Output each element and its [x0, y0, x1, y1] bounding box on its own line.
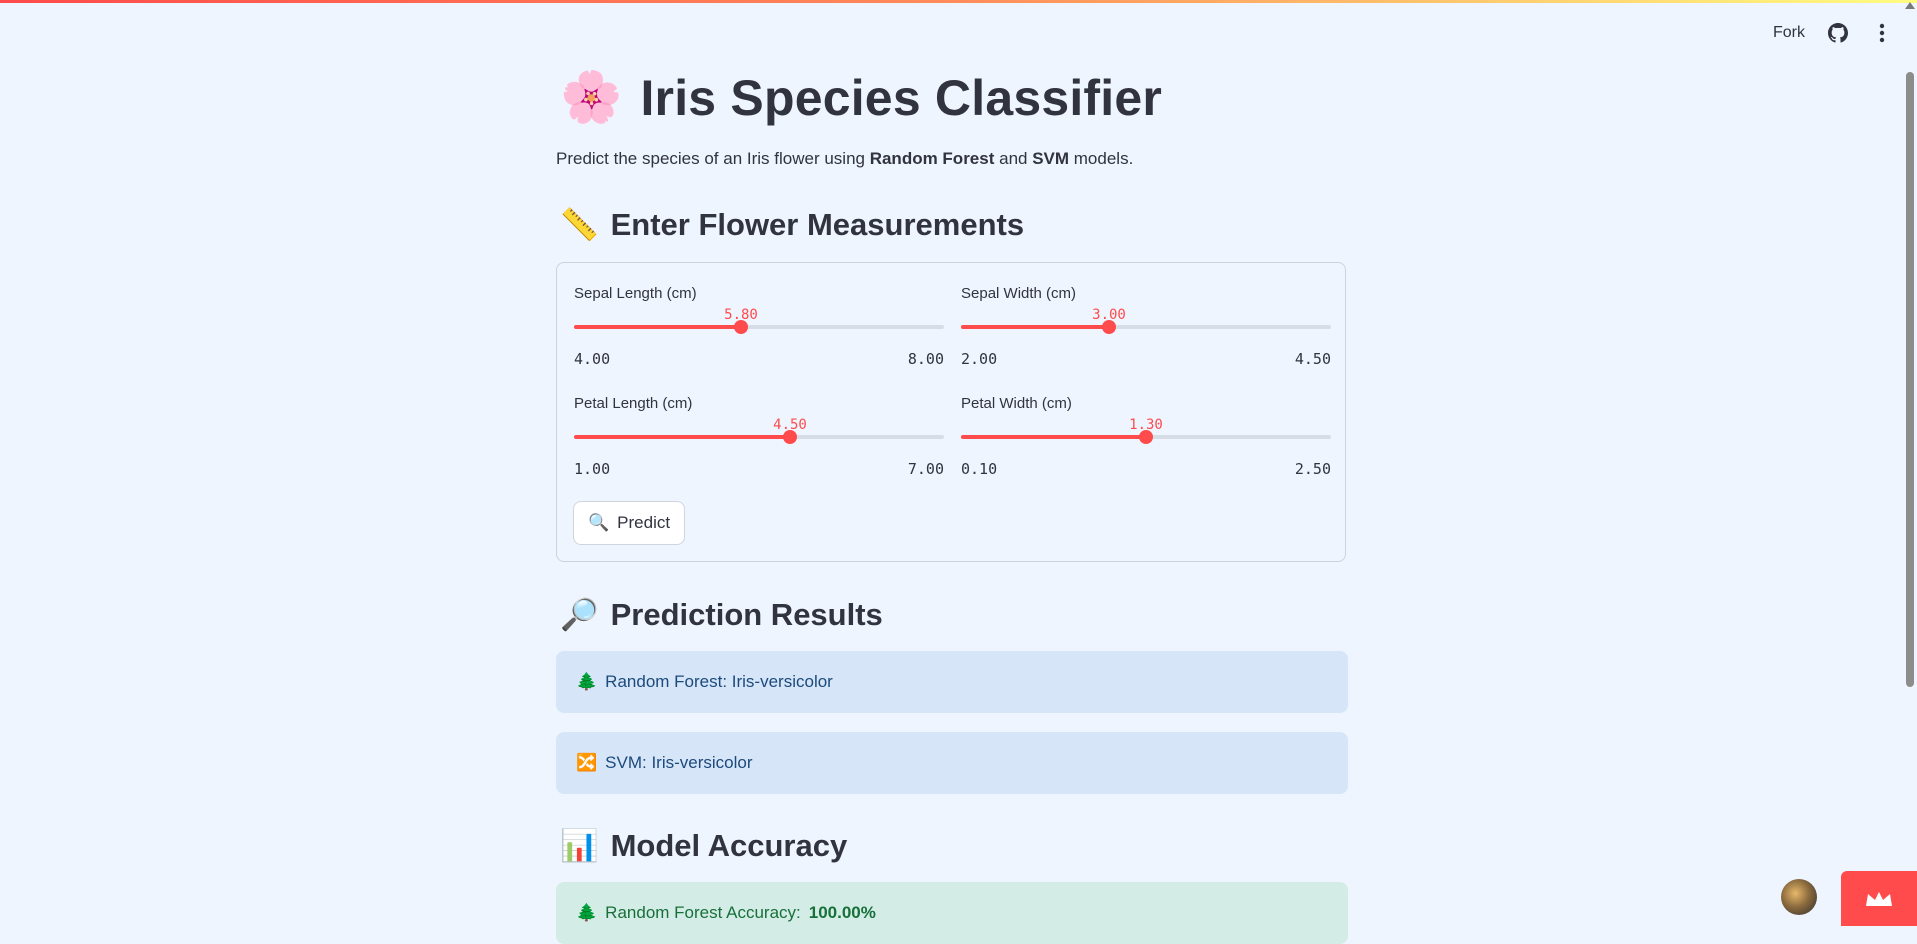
user-avatar[interactable] — [1781, 879, 1817, 915]
description-prefix: Predict the species of an Iris flower us… — [556, 149, 870, 168]
crown-icon — [1866, 891, 1892, 906]
measurement-form: Sepal Length (cm) 5.80 4.00 8.00 Sepal W… — [556, 262, 1346, 562]
slider-max: 7.00 — [907, 460, 944, 478]
cherry-blossom-icon: 🌸 — [560, 69, 623, 125]
slider-fill — [961, 435, 1146, 439]
slider-sepal-width[interactable]: Sepal Width (cm) 3.00 2.00 4.50 — [961, 285, 1331, 368]
page-title-text: Iris Species Classifier — [640, 69, 1163, 126]
slider-label: Sepal Length (cm) — [574, 285, 697, 302]
page-scrollbar[interactable] — [1903, 0, 1917, 926]
page-description: Predict the species of an Iris flower us… — [556, 149, 1133, 169]
tree-icon: 🌲 — [576, 903, 598, 922]
page-title: 🌸 Iris Species Classifier — [560, 68, 1162, 127]
description-rf: Random Forest — [869, 149, 995, 168]
magnifier-icon: 🔍 — [588, 513, 610, 532]
slider-petal-width[interactable]: Petal Width (cm) 1.30 0.10 2.50 — [961, 395, 1331, 478]
slider-petal-length[interactable]: Petal Length (cm) 4.50 1.00 7.00 — [574, 395, 944, 478]
section-heading-results: 🔎 Prediction Results — [560, 596, 883, 633]
slider-max: 4.50 — [1294, 350, 1331, 368]
accuracy-value: 100.00% — [808, 903, 876, 922]
slider-label: Petal Width (cm) — [961, 395, 1072, 412]
predict-button-label: Predict — [617, 513, 671, 532]
slider-min: 0.10 — [961, 460, 998, 478]
slider-thumb[interactable] — [734, 320, 748, 334]
ruler-icon: 📏 — [560, 207, 599, 242]
shuffle-icon: 🔀 — [576, 753, 598, 772]
slider-sepal-length[interactable]: Sepal Length (cm) 5.80 4.00 8.00 — [574, 285, 944, 368]
section-heading-text: Model Accuracy — [610, 827, 848, 863]
section-heading-accuracy: 📊 Model Accuracy — [560, 827, 847, 864]
description-suffix: models. — [1069, 149, 1134, 168]
slider-min: 2.00 — [961, 350, 998, 368]
bar-chart-icon: 📊 — [560, 828, 599, 863]
scroll-up-arrow-icon[interactable] — [1905, 2, 1915, 9]
section-heading-text: Prediction Results — [610, 596, 883, 632]
slider-fill — [961, 325, 1109, 329]
magnifying-glass-icon: 🔎 — [560, 597, 599, 632]
slider-max: 8.00 — [907, 350, 944, 368]
tree-icon: 🌲 — [576, 672, 598, 691]
top-decoration-bar — [0, 0, 1917, 3]
slider-min: 4.00 — [574, 350, 611, 368]
result-random-forest: 🌲 Random Forest: Iris-versicolor — [556, 651, 1348, 713]
predict-button[interactable]: 🔍 Predict — [573, 501, 686, 545]
slider-min: 1.00 — [574, 460, 611, 478]
slider-thumb[interactable] — [1139, 430, 1153, 444]
description-svm: SVM — [1032, 149, 1070, 168]
section-heading-text: Enter Flower Measurements — [610, 206, 1025, 242]
slider-thumb[interactable] — [1102, 320, 1116, 334]
slider-thumb[interactable] — [783, 430, 797, 444]
result-svm: 🔀 SVM: Iris-versicolor — [556, 732, 1348, 794]
streamlit-badge[interactable] — [1841, 871, 1917, 926]
accuracy-random-forest: 🌲 Random Forest Accuracy: 100.00% — [556, 882, 1348, 944]
description-mid: and — [994, 149, 1033, 168]
slider-label: Sepal Width (cm) — [961, 285, 1077, 302]
accuracy-label: Random Forest Accuracy: — [605, 903, 801, 922]
slider-fill — [574, 435, 790, 439]
slider-fill — [574, 325, 741, 329]
result-text: Random Forest: Iris-versicolor — [605, 672, 833, 691]
app-toolbar: Fork — [1773, 22, 1893, 44]
slider-label: Petal Length (cm) — [574, 395, 693, 412]
slider-max: 2.50 — [1294, 460, 1331, 478]
github-icon[interactable] — [1827, 22, 1849, 44]
scrollbar-thumb[interactable] — [1906, 72, 1914, 687]
fork-button[interactable]: Fork — [1773, 24, 1805, 42]
more-menu-icon[interactable] — [1871, 22, 1893, 44]
result-text: SVM: Iris-versicolor — [605, 753, 753, 772]
section-heading-measurements: 📏 Enter Flower Measurements — [560, 206, 1024, 243]
